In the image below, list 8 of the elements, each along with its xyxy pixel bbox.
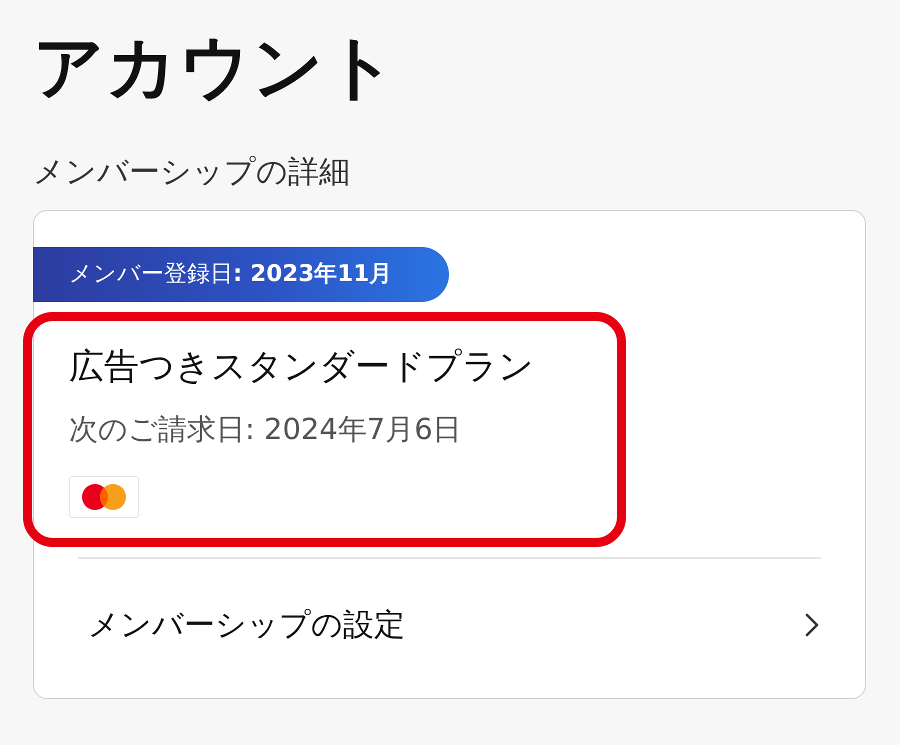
chevron-right-icon bbox=[805, 613, 819, 637]
membership-settings-link[interactable]: メンバーシップの設定 bbox=[34, 559, 865, 645]
card-logo-icon bbox=[69, 476, 139, 518]
section-heading: メンバーシップの詳細 bbox=[33, 153, 351, 192]
page-title: アカウント bbox=[33, 25, 399, 110]
member-since-badge: メンバー登録日: 2023年11月 bbox=[33, 247, 449, 302]
plan-name: 広告つきスタンダードプラン bbox=[69, 346, 535, 389]
next-billing-date: 次のご請求日: 2024年7月6日 bbox=[69, 411, 463, 448]
